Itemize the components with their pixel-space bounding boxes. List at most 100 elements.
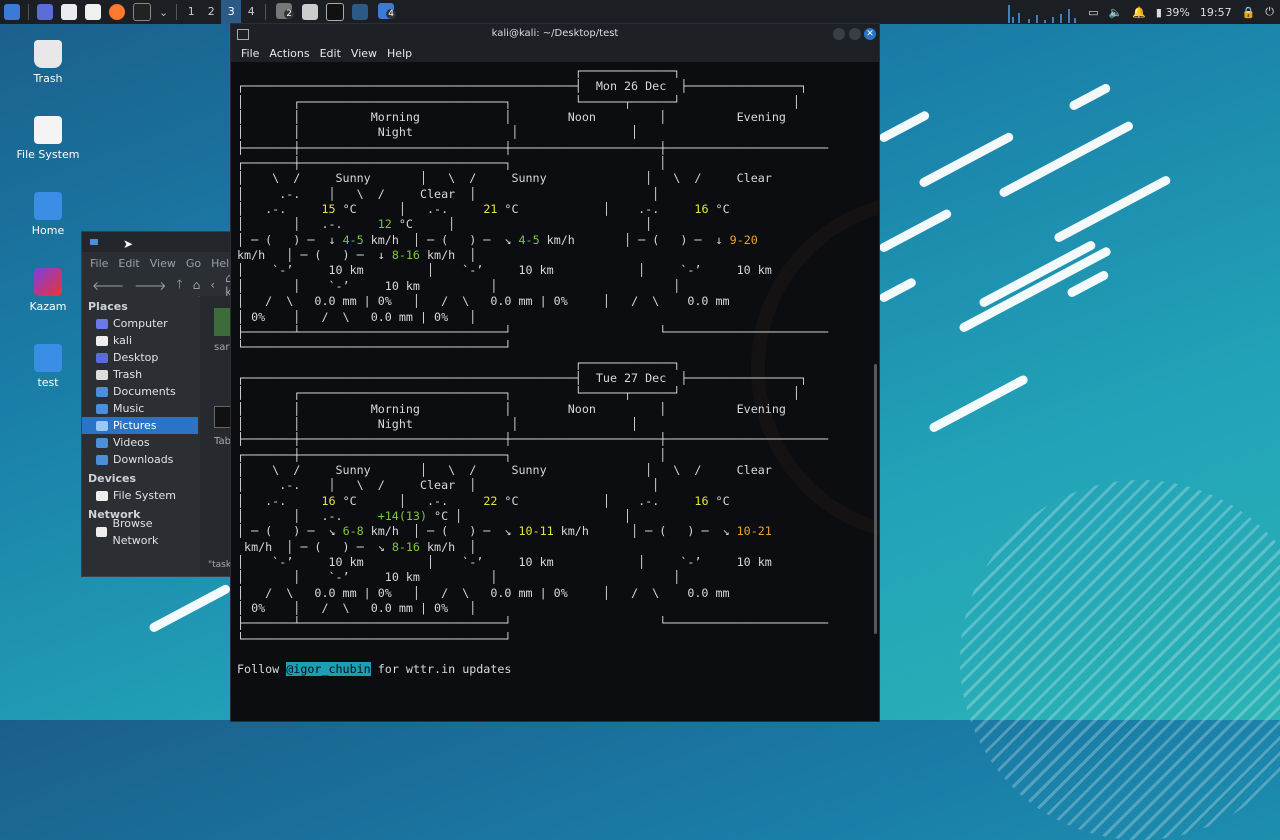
display-icon[interactable]: ▭: [1088, 6, 1098, 19]
visibility: 10 km: [736, 263, 772, 278]
term-menu-file[interactable]: File: [241, 47, 259, 60]
period-label: Night: [377, 125, 413, 140]
workspace-4[interactable]: 4: [241, 0, 261, 24]
precipitation: 0.0 mm | 0%: [490, 585, 568, 600]
desktop-icon-home[interactable]: Home: [13, 192, 83, 237]
temperature: +14(13): [377, 508, 427, 523]
sidebar-item-desktop[interactable]: Desktop: [82, 349, 198, 366]
condition-text: Sunny: [511, 171, 547, 186]
system-tray: ▭ 🔈 🔔 ▮ 39% 19:57 🔒 ⏻: [988, 0, 1280, 24]
visibility: 10 km: [518, 263, 554, 278]
term-menu-actions[interactable]: Actions: [269, 47, 309, 60]
window-count-badge: 2: [284, 8, 294, 19]
terminal-icon[interactable]: [133, 3, 151, 21]
wallpaper-stripe: [997, 120, 1135, 199]
wallpaper-pattern: [960, 480, 1280, 840]
maximize-button[interactable]: [849, 28, 861, 40]
text-editor-icon[interactable]: [85, 4, 101, 20]
period-label: Evening: [736, 110, 786, 125]
kali-menu-icon[interactable]: [4, 4, 20, 20]
wallpaper-stripe: [147, 583, 232, 634]
home-folder-icon: [96, 335, 108, 346]
precipitation: 0.0 mm | 0%: [370, 601, 449, 616]
sidebar-item-music[interactable]: Music: [82, 400, 198, 417]
power-icon[interactable]: ⏻: [1265, 5, 1274, 19]
visibility: 10 km: [736, 555, 772, 569]
show-desktop-icon[interactable]: [37, 4, 53, 20]
desktop-icon-label: Home: [31, 224, 65, 237]
workspace-2[interactable]: 2: [201, 0, 221, 24]
period-label: Noon: [567, 110, 596, 125]
workspace-3[interactable]: 3: [221, 0, 242, 24]
folder-icon: [34, 344, 62, 372]
temperature: 22: [483, 493, 498, 508]
firefox-icon[interactable]: [109, 4, 125, 20]
term-menu-help[interactable]: Help: [387, 47, 412, 60]
sidebar-item-pictures[interactable]: Pictures: [82, 417, 198, 434]
fm-menu-edit[interactable]: Edit: [118, 257, 139, 270]
file-manager-window[interactable]: File Edit View Go Help 🡐 🡒 🡑 ⌂ ‹ ⌂ kali …: [81, 231, 233, 577]
notification-bell-icon[interactable]: 🔔: [1132, 6, 1146, 19]
follow-suffix: for wttr.in updates: [370, 662, 512, 677]
forward-arrow-icon[interactable]: 🡒: [134, 278, 166, 293]
temperature: 16: [321, 493, 336, 508]
fm-menu-view[interactable]: View: [150, 257, 176, 270]
wallpaper-stripe: [877, 109, 931, 144]
sidebar-item-trash[interactable]: Trash: [82, 366, 198, 383]
period-label: Morning: [370, 110, 420, 125]
term-menu-view[interactable]: View: [351, 47, 377, 60]
sidebar-item-kali[interactable]: kali: [82, 332, 198, 349]
back-arrow-icon[interactable]: 🡐: [92, 278, 124, 293]
terminal-title: kali@kali: ~/Desktop/test: [491, 28, 619, 39]
taskbar: ⌄ 1 2 3 4 2 4 ▭ 🔈 🔔 ▮ 39% 19:57 🔒 ⏻: [0, 0, 1280, 24]
home-icon[interactable]: ⌂: [193, 278, 201, 292]
terminal-scrollbar[interactable]: [874, 364, 877, 634]
twitter-handle-link[interactable]: @igor_chubin: [286, 662, 371, 677]
downloads-folder-icon: [96, 454, 108, 465]
sidebar-item-label: Documents: [113, 385, 176, 398]
window-group-button[interactable]: 4: [378, 2, 396, 22]
file-manager-content: sar Tab "task: [200, 296, 232, 576]
terminal-window-icon[interactable]: [326, 3, 345, 21]
volume-icon[interactable]: 🔈: [1108, 6, 1122, 19]
terminal-app-icon: [237, 29, 249, 40]
sidebar-item-file-system[interactable]: File System: [82, 487, 198, 504]
sidebar-item-videos[interactable]: Videos: [82, 434, 198, 451]
window-group-button[interactable]: 2: [276, 2, 294, 22]
minimize-button[interactable]: [833, 28, 845, 40]
term-menu-edit[interactable]: Edit: [320, 47, 341, 60]
app-window-icon[interactable]: [352, 4, 369, 20]
sidebar-item-documents[interactable]: Documents: [82, 383, 198, 400]
lock-icon[interactable]: 🔒: [1242, 6, 1256, 19]
sidebar-item-label: Downloads: [113, 453, 174, 466]
clock[interactable]: 19:57: [1200, 6, 1232, 19]
day2-date: Tue 27 Dec: [595, 370, 667, 385]
sidebar-item-downloads[interactable]: Downloads: [82, 451, 198, 468]
trash-icon: [34, 40, 62, 68]
desktop-icon-label: Kazam: [29, 300, 67, 313]
temperature: 16: [694, 493, 709, 508]
close-button[interactable]: ✕: [864, 28, 876, 40]
battery-indicator[interactable]: ▮ 39%: [1156, 6, 1190, 19]
terminal-titlebar[interactable]: kali@kali: ~/Desktop/test ✕: [231, 24, 879, 44]
computer-icon: [96, 318, 108, 329]
status-text: "task: [208, 560, 232, 570]
file-manager-titlebar[interactable]: [82, 232, 232, 252]
desktop-icon-test[interactable]: test: [13, 344, 83, 389]
desktop-icon-kazam[interactable]: Kazam: [13, 268, 83, 313]
sidebar-item-browse-network[interactable]: Browse Network: [82, 517, 198, 547]
up-arrow-icon[interactable]: 🡑: [176, 275, 182, 296]
sidebar-item-label: Music: [113, 402, 145, 415]
desktop-icon-trash[interactable]: Trash: [13, 40, 83, 85]
fm-menu-go[interactable]: Go: [186, 257, 201, 270]
editor-window-icon[interactable]: [302, 4, 319, 20]
fm-menu-file[interactable]: File: [90, 257, 108, 270]
workspace-1[interactable]: 1: [181, 0, 201, 24]
file-manager-icon[interactable]: [61, 4, 77, 20]
chevron-left-icon[interactable]: ‹: [210, 278, 215, 292]
file-manager-app-icon: [90, 239, 98, 245]
desktop-icon-file-system[interactable]: File System: [13, 116, 83, 161]
chevron-down-icon[interactable]: ⌄: [159, 6, 168, 19]
sidebar-item-computer[interactable]: Computer: [82, 315, 198, 332]
terminal-window[interactable]: kali@kali: ~/Desktop/test ✕ File Actions…: [230, 23, 880, 722]
